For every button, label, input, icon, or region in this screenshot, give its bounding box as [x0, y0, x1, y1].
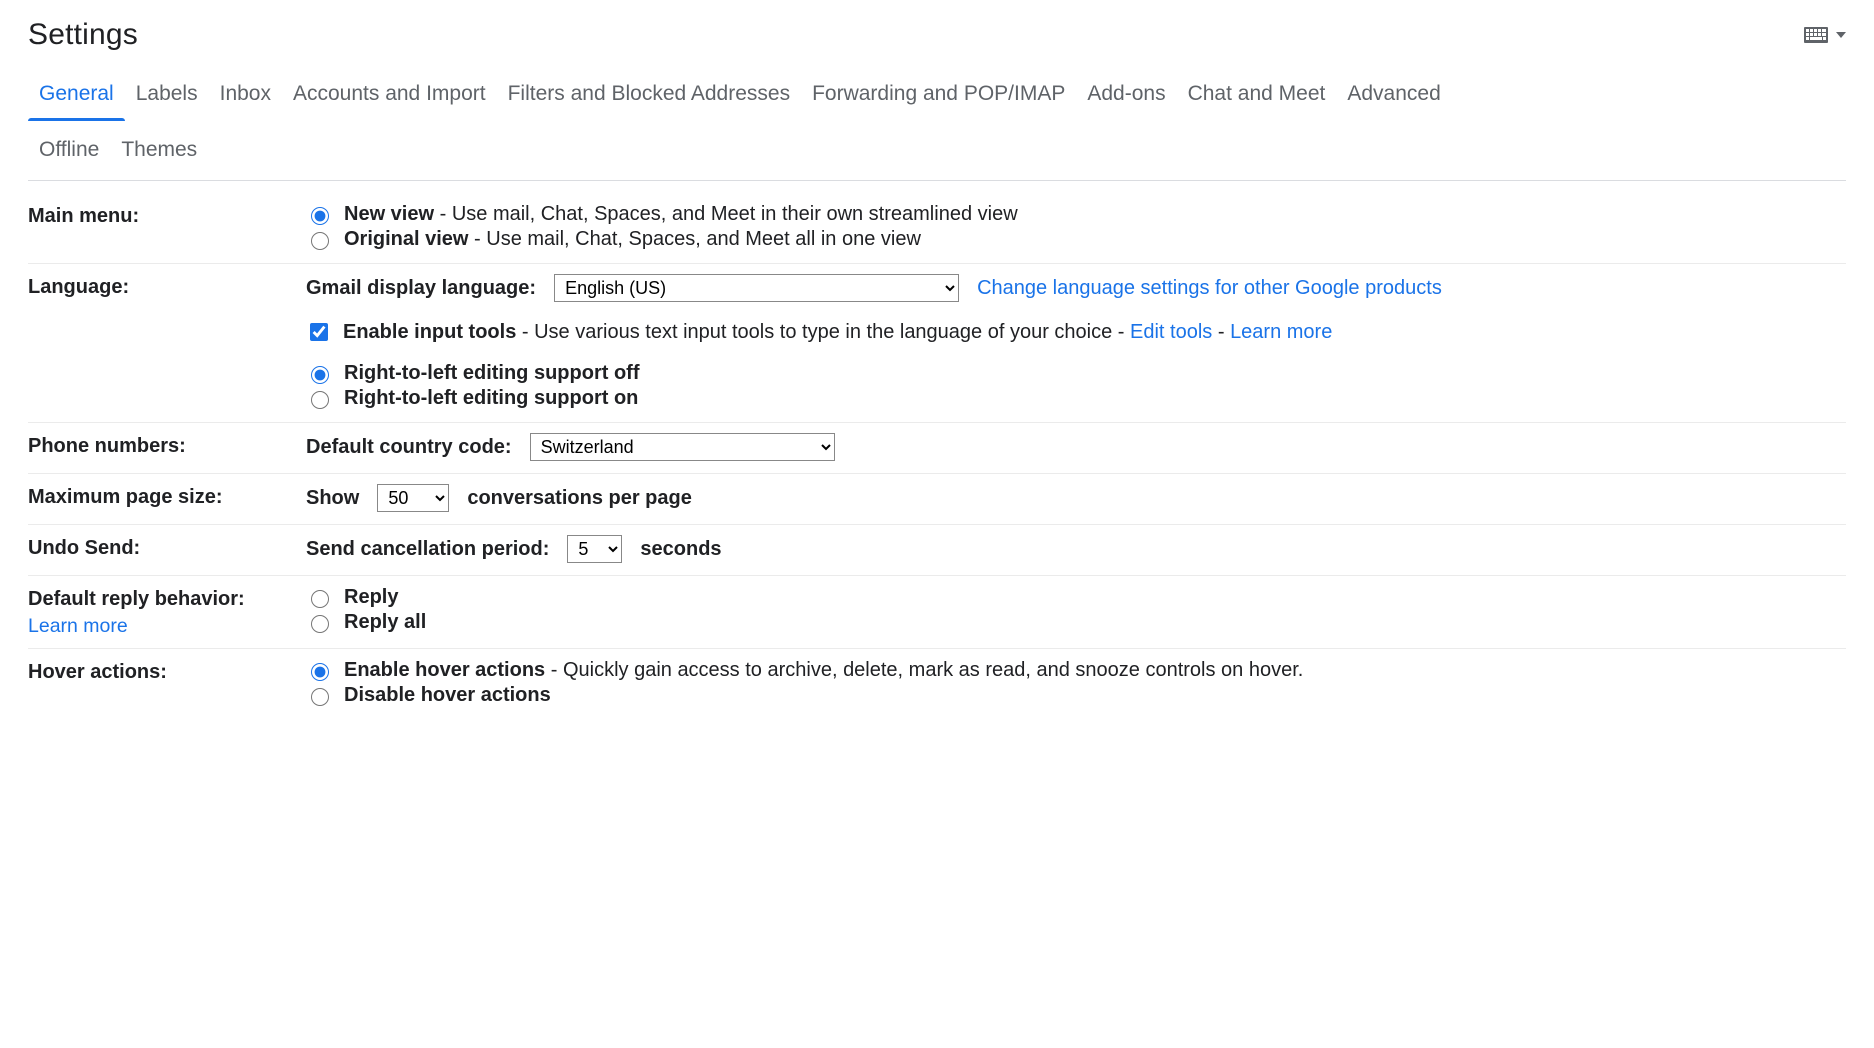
rtl-on-radio[interactable] — [311, 391, 329, 409]
enable-input-tools-checkbox[interactable] — [310, 323, 328, 341]
hover-disable-radio[interactable] — [311, 688, 329, 706]
tab-themes[interactable]: Themes — [110, 120, 208, 180]
hover-enable-label[interactable]: Enable hover actions - Quickly gain acce… — [344, 659, 1303, 682]
rtl-on-label[interactable]: Right-to-left editing support on — [344, 387, 638, 410]
tab-addons[interactable]: Add-ons — [1076, 74, 1176, 120]
settings-tabs: General Labels Inbox Accounts and Import… — [28, 74, 1846, 181]
rtl-off-radio[interactable] — [311, 366, 329, 384]
hover-enable-radio[interactable] — [311, 663, 329, 681]
main-menu-new-label[interactable]: New view - Use mail, Chat, Spaces, and M… — [344, 203, 1018, 226]
phone-label: Phone numbers: — [28, 433, 306, 458]
undo-suffix: seconds — [640, 538, 721, 561]
page-size-label: Maximum page size: — [28, 484, 306, 509]
main-menu-original-radio[interactable] — [311, 232, 329, 250]
tab-filters[interactable]: Filters and Blocked Addresses — [497, 74, 801, 120]
display-language-select[interactable]: English (US) — [554, 274, 959, 302]
undo-label: Undo Send: — [28, 535, 306, 560]
page-size-suffix: conversations per page — [467, 487, 692, 510]
tab-offline[interactable]: Offline — [28, 120, 110, 180]
main-menu-new-radio[interactable] — [311, 207, 329, 225]
tab-general[interactable]: General — [28, 74, 125, 120]
rtl-off-label[interactable]: Right-to-left editing support off — [344, 362, 639, 385]
hover-label: Hover actions: — [28, 659, 306, 684]
undo-prefix: Send cancellation period: — [306, 538, 549, 561]
tab-chat[interactable]: Chat and Meet — [1177, 74, 1337, 120]
reply-option-label[interactable]: Reply — [344, 586, 398, 609]
country-code-select[interactable]: Switzerland — [530, 433, 835, 461]
change-language-link[interactable]: Change language settings for other Googl… — [977, 277, 1442, 300]
tab-forwarding[interactable]: Forwarding and POP/IMAP — [801, 74, 1076, 120]
page-size-select[interactable]: 50 — [377, 484, 449, 512]
tab-labels[interactable]: Labels — [125, 74, 209, 120]
keyboard-icon — [1804, 27, 1828, 43]
reply-label: Default reply behavior: — [28, 588, 245, 610]
hover-disable-label[interactable]: Disable hover actions — [344, 684, 551, 707]
tab-inbox[interactable]: Inbox — [209, 74, 282, 120]
reply-all-radio[interactable] — [311, 615, 329, 633]
main-menu-label: Main menu: — [28, 203, 306, 228]
enable-input-tools-label[interactable]: Enable input tools - Use various text in… — [343, 321, 1332, 344]
reply-all-option-label[interactable]: Reply all — [344, 611, 426, 634]
reply-learn-more-link[interactable]: Learn more — [28, 615, 306, 638]
tab-advanced[interactable]: Advanced — [1336, 74, 1451, 120]
page-size-show: Show — [306, 487, 359, 510]
input-tools-picker[interactable] — [1804, 27, 1846, 43]
edit-tools-link[interactable]: Edit tools — [1130, 321, 1212, 343]
main-menu-original-label[interactable]: Original view - Use mail, Chat, Spaces, … — [344, 228, 921, 251]
language-label: Language: — [28, 274, 306, 299]
reply-radio[interactable] — [311, 590, 329, 608]
undo-period-select[interactable]: 5 — [567, 535, 622, 563]
display-language-label: Gmail display language: — [306, 277, 536, 300]
chevron-down-icon — [1836, 32, 1846, 38]
input-tools-learn-more-link[interactable]: Learn more — [1230, 321, 1332, 343]
page-title: Settings — [28, 18, 138, 52]
tab-accounts[interactable]: Accounts and Import — [282, 74, 497, 120]
default-country-label: Default country code: — [306, 436, 512, 459]
